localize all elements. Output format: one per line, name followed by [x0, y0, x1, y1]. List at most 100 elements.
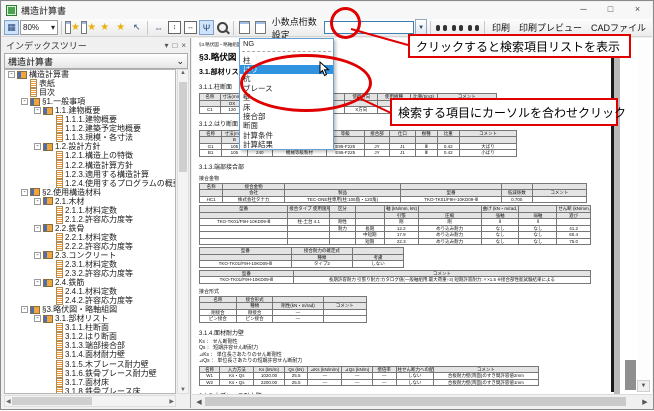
expander-icon[interactable]: -	[34, 251, 41, 259]
app-icon	[6, 5, 17, 16]
page-icon	[56, 368, 63, 378]
book-icon	[30, 97, 40, 106]
book-icon	[30, 188, 40, 197]
page-shadow	[614, 44, 620, 394]
expander-icon[interactable]: -	[34, 315, 41, 323]
fit-width-button[interactable]: ↔	[183, 20, 198, 35]
doc-table: 型番 接合タイプ 使用箇所 区分軸 (kN/mm, kN) 曲げ (kN・m/rad,…	[198, 205, 591, 245]
zoom-page-in-button[interactable]: ★	[64, 20, 80, 35]
tree-item[interactable]: - §2.使用構造材料	[5, 188, 175, 197]
page-icon	[238, 21, 250, 34]
minimize-button[interactable]: ─	[570, 1, 597, 17]
scroll-right-icon[interactable]: ▶	[169, 398, 174, 405]
chevron-down-icon: ▾	[51, 23, 56, 32]
scroll-down-icon[interactable]: ▼	[180, 387, 186, 393]
print-button[interactable]: 印刷	[488, 21, 514, 34]
fit-width-icon: ↔	[183, 21, 197, 34]
tree-item[interactable]: 3.1.8.鉄骨ブレース床	[5, 386, 175, 393]
star-icon: ★	[71, 22, 80, 33]
hand-tool-button[interactable]: Ψ	[198, 20, 214, 35]
book-icon	[30, 305, 40, 314]
close-button[interactable]: ×	[624, 1, 651, 17]
tree-item[interactable]: 2.1.2.許容応力度等	[5, 214, 175, 224]
pane-toggle-button[interactable]: ▦	[4, 20, 19, 35]
pin-icon[interactable]: □	[172, 41, 177, 50]
tree-item[interactable]: 2.3.2.許容応力度等	[5, 269, 175, 278]
find-previous-button[interactable]	[450, 20, 465, 35]
tree-item[interactable]: 目次	[5, 88, 175, 97]
page-icon	[56, 232, 63, 242]
pane-close-icon[interactable]: ×	[181, 41, 186, 50]
doc-h3: 3.1.4.面材耐力壁	[199, 330, 245, 337]
zoom-level-combo[interactable]: 80% ▾	[20, 20, 59, 35]
expander-icon[interactable]: -	[8, 71, 15, 79]
dropdown-item[interactable]: NG	[240, 39, 333, 48]
zoom-window-button[interactable]: ★	[97, 20, 112, 35]
fit-height-icon: ↕	[167, 21, 181, 34]
expander-icon[interactable]: -	[34, 224, 41, 232]
fit-height-button[interactable]: ↕	[167, 20, 182, 35]
maximize-button[interactable]: □	[597, 1, 624, 17]
book-icon	[43, 197, 53, 206]
tree-item[interactable]: - 構造計算書	[5, 70, 175, 79]
page-icon	[56, 160, 63, 170]
find-button[interactable]	[434, 20, 449, 35]
page-icon	[30, 88, 37, 98]
page-icon	[56, 287, 63, 297]
scroll-left-icon[interactable]: ◀	[193, 396, 205, 407]
title-bar: 構造計算書	[2, 2, 652, 19]
page-icon	[56, 205, 63, 215]
scroll-left-icon[interactable]: ◀	[6, 398, 11, 405]
book-icon	[43, 251, 53, 260]
tree-item[interactable]: 表紙	[5, 79, 175, 88]
doc-table: 名称 接合金物 会社 製品 型番 低減係数 コメント HC1 株式会社タナカ TEC-ONE柱専用…	[198, 182, 588, 204]
scroll-up-icon[interactable]: ▲	[180, 70, 186, 76]
index-tree: - 構造計算書 表紙 目次 - §1.一般事項 -1.1.建物概要 1.1.1.建物概要 1.1…	[4, 69, 176, 394]
page-edit-button[interactable]	[253, 20, 268, 35]
page-icon	[56, 115, 63, 125]
expander-icon[interactable]: -	[34, 107, 41, 115]
page-icon	[56, 350, 63, 360]
doc-vscroll-thumb[interactable]	[625, 360, 636, 390]
dropdown-item[interactable]: 計算結果	[240, 140, 333, 149]
document-combo[interactable]: 構造計算書 ⌄	[4, 53, 188, 69]
tree-hscroll-thumb[interactable]	[12, 397, 92, 405]
dropdown-separator	[242, 51, 331, 53]
fit-page-button[interactable]: ⇔	[151, 20, 166, 35]
doc-hscroll-thumb[interactable]	[205, 397, 626, 406]
page-icon	[56, 151, 63, 161]
zoom-page-out-button[interactable]: ★	[81, 20, 96, 35]
index-tree-pane: インデックスツリー ▾ □ × 構造計算書 ⌄ - 構造計算書 表紙 目次 - §1.一般…	[2, 38, 191, 408]
callout-open-list: クリックすると検索項目リストを表示	[408, 34, 631, 58]
scroll-right-icon[interactable]: ▶	[639, 396, 651, 407]
doc-label: 接合金物	[199, 175, 220, 182]
doc-horizontal-scrollbar[interactable]: ◀ ▶	[192, 394, 652, 408]
expander-icon[interactable]: -	[21, 188, 28, 196]
page-setup-button[interactable]	[237, 20, 252, 35]
page-icon	[56, 377, 63, 387]
document-combo-value: 構造計算書	[8, 56, 54, 67]
expander-icon[interactable]: -	[21, 306, 28, 314]
page-icon	[56, 359, 63, 369]
expander-icon[interactable]: -	[34, 197, 41, 205]
zoom-tool-button[interactable]	[215, 20, 230, 35]
zoom-dynamic-button[interactable]: ★	[113, 20, 128, 35]
pane-menu-icon[interactable]: ▾	[164, 41, 168, 50]
cad-file-button[interactable]: CADファイル	[587, 21, 650, 34]
page-icon	[56, 124, 63, 134]
doc-vertical-scrollbar[interactable]	[637, 40, 650, 392]
book-icon	[43, 314, 53, 323]
decimal-setting-label: 小数点桁数設定	[271, 16, 317, 40]
doc-scroll-down-button[interactable]: ▼	[637, 380, 650, 392]
find-next-button[interactable]	[466, 20, 481, 35]
expander-icon[interactable]: -	[34, 279, 41, 287]
expander-icon[interactable]: -	[21, 98, 28, 106]
book-icon	[43, 224, 53, 233]
print-preview-button[interactable]: 印刷プレビュー	[515, 21, 586, 34]
select-arrow-button[interactable]: ↖	[129, 20, 144, 35]
page-icon	[254, 21, 266, 34]
doc-table: 名称 入力方法 Ks (kN/m) Qs (kN) ⊿Ks (kN/m/m) ⊿Qs (k…	[198, 365, 540, 387]
mouse-cursor-icon	[319, 61, 330, 77]
tree-vscroll-thumb[interactable]	[179, 82, 187, 172]
expander-icon[interactable]: -	[34, 143, 41, 151]
